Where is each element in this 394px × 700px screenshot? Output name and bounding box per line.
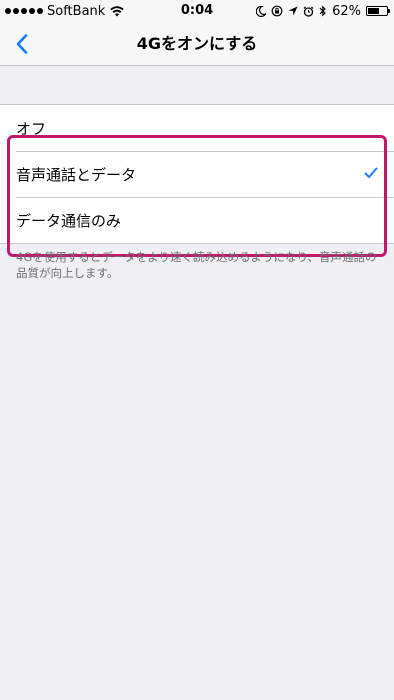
status-bar: SoftBank 0:04 62% [0, 0, 394, 22]
alarm-icon [303, 6, 314, 17]
battery-icon [366, 6, 390, 16]
option-label: データ通信のみ [16, 211, 122, 230]
option-label: オフ [16, 119, 47, 138]
option-label: 音声通話とデータ [16, 165, 137, 184]
bluetooth-icon [319, 5, 326, 17]
battery-fill [368, 8, 380, 14]
moon-icon [256, 5, 267, 17]
option-data-only[interactable]: データ通信のみ [0, 197, 394, 243]
rotation-lock-icon [271, 5, 283, 17]
option-off[interactable]: オフ [0, 105, 394, 151]
location-icon [288, 6, 298, 16]
option-list: オフ 音声通話とデータ データ通信のみ [0, 104, 394, 244]
battery-percent: 62% [332, 3, 361, 19]
status-right: 62% [256, 3, 390, 19]
navigation-bar: 4Gをオンにする [0, 22, 394, 66]
page-title: 4Gをオンにする [136, 34, 258, 53]
footer-description: 4Gを使用するとデータをより速く読み込めるようになり、音声通話の品質が向上します… [16, 250, 377, 280]
checkmark-icon [364, 167, 378, 178]
option-voice-and-data[interactable]: 音声通話とデータ [0, 151, 394, 197]
